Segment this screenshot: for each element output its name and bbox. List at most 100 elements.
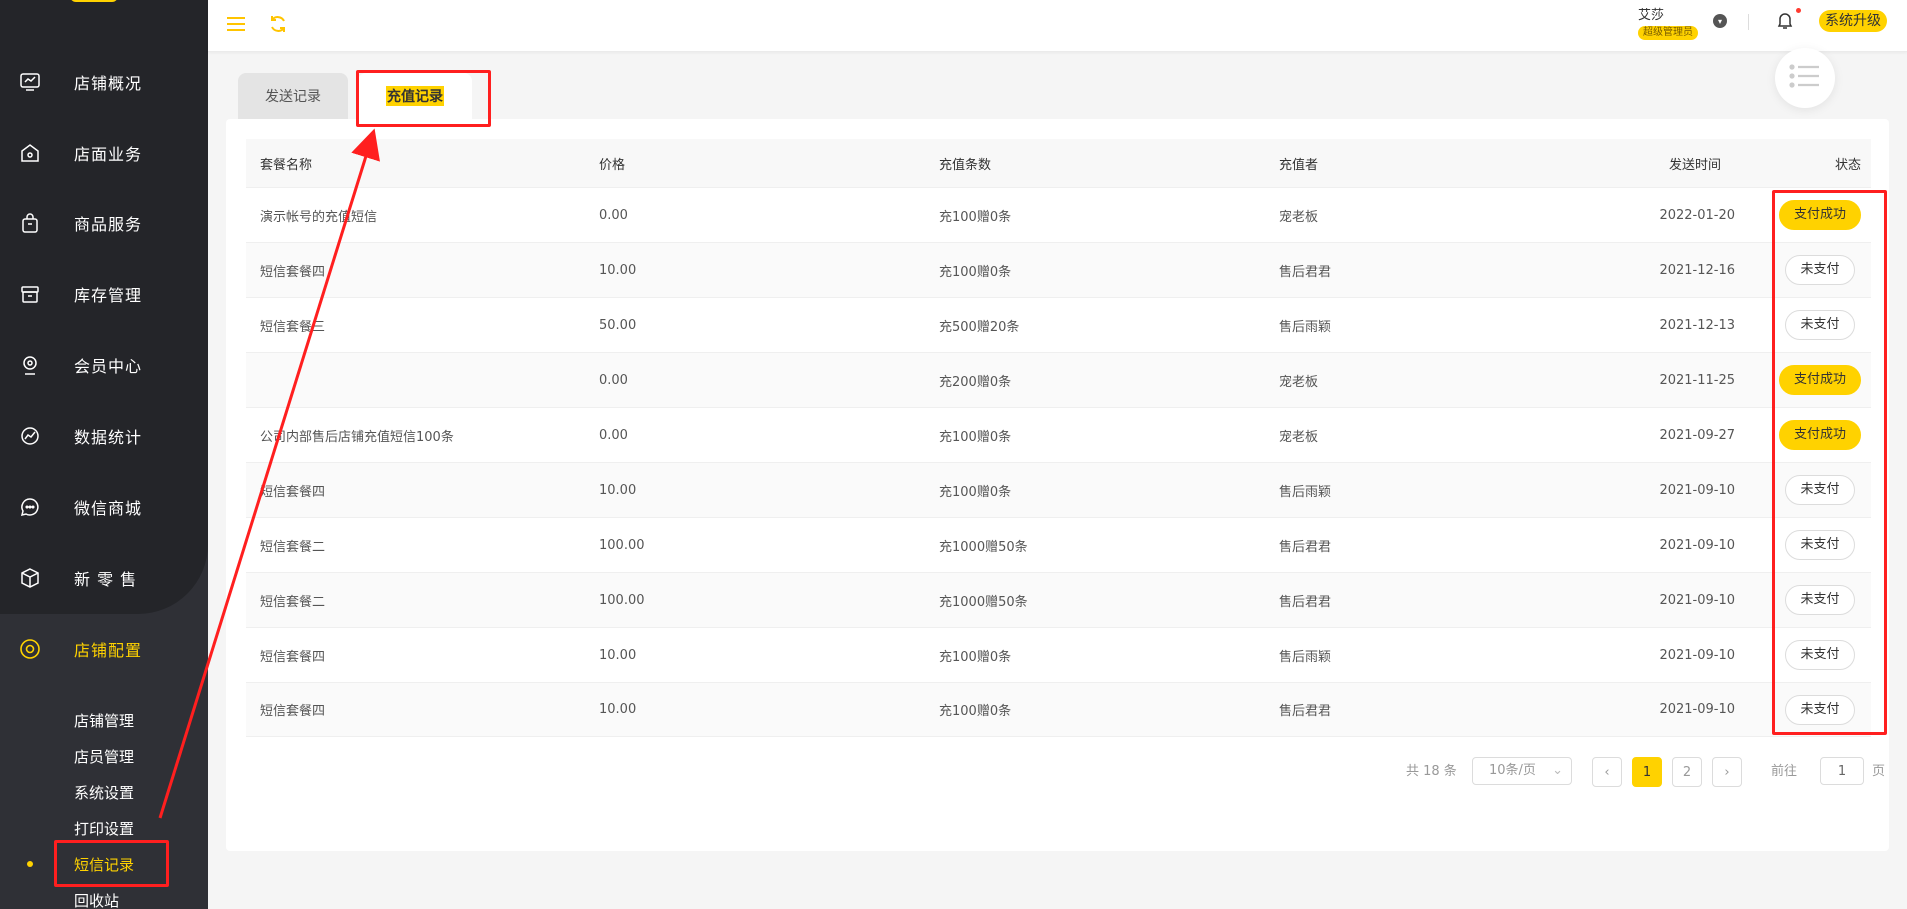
status-cell: 未支付 [1773, 518, 1867, 572]
submenu-recycle-bin[interactable]: 回收站 [0, 884, 208, 909]
submenu-store-management[interactable]: 店铺管理 [0, 704, 208, 736]
content-card: 套餐名称 价格 充值条数 充值者 发送时间 状态 演示帐号的充值短信 0.00 充1… [226, 119, 1889, 851]
package-name-cell: 短信套餐二 [260, 594, 326, 610]
time-cell: 2021-09-10 [1659, 647, 1735, 663]
page-size-select[interactable]: 10条/页 ⌄ [1472, 757, 1572, 785]
column-header: 发送时间 [1668, 157, 1721, 173]
recharge-table: 套餐名称 价格 充值条数 充值者 发送时间 状态 演示帐号的充值短信 0.00 充1… [246, 139, 1871, 737]
bell-icon[interactable] [1776, 10, 1796, 30]
submenu-label: 回收站 [74, 891, 120, 909]
bag-icon [18, 211, 42, 235]
inventory-box-icon [18, 282, 42, 306]
table-row: 短信套餐二 100.00 充1000赠50条 售后君君 2021-09-10 未支付 [246, 572, 1871, 627]
goto-page-input[interactable] [1820, 757, 1864, 785]
status-cell: 未支付 [1773, 683, 1867, 736]
submenu-label: 店员管理 [74, 747, 135, 766]
table-row: 短信套餐四 10.00 充100赠0条 售后雨颖 2021-09-10 未支付 [246, 627, 1871, 682]
user-role-badge: 超级管理员 [1638, 26, 1698, 40]
next-page-button[interactable]: › [1712, 757, 1742, 787]
tab-send-records[interactable]: 发送记录 [238, 73, 348, 119]
settings-circle-icon [18, 637, 42, 661]
status-badge[interactable]: 未支付 [1785, 694, 1855, 725]
status-badge[interactable]: 未支付 [1785, 475, 1855, 505]
submenu-print-settings[interactable]: 打印设置 [0, 812, 208, 844]
pagination-total: 共 18 条 [1406, 764, 1457, 779]
sidebar-item-label: 店铺配置 [74, 641, 143, 660]
recharge-count-cell: 充500赠20条 [939, 319, 1020, 335]
system-upgrade-button[interactable]: 系统升级 [1819, 10, 1887, 32]
column-header: 价格 [599, 157, 626, 173]
column-header: 套餐名称 [260, 157, 313, 173]
status-badge[interactable]: 未支付 [1785, 255, 1855, 285]
time-cell: 2021-09-10 [1659, 702, 1735, 717]
price-cell: 0.00 [599, 372, 628, 388]
status-cell: 支付成功 [1773, 408, 1867, 462]
sidebar-item-member-center[interactable]: 会员中心 [0, 340, 208, 390]
recharger-cell: 宠老板 [1279, 209, 1319, 225]
monitor-icon [18, 70, 42, 94]
page-button[interactable]: 2 [1672, 757, 1702, 787]
recharge-count-cell: 充200赠0条 [939, 374, 1012, 390]
sidebar-item-product-service[interactable]: 商品服务 [0, 198, 208, 248]
status-badge[interactable]: 未支付 [1785, 585, 1855, 615]
status-badge[interactable]: 支付成功 [1778, 365, 1861, 395]
recharger-cell: 售后雨颖 [1279, 484, 1332, 500]
list-icon [1789, 63, 1821, 93]
status-badge[interactable]: 支付成功 [1778, 420, 1861, 450]
column-header: 充值条数 [939, 157, 992, 173]
package-name-cell: 短信套餐三 [260, 319, 326, 335]
cube-icon [18, 566, 42, 590]
top-bar: 艾莎 超级管理员 ▾ 系统升级 [208, 0, 1907, 52]
status-cell: 未支付 [1773, 573, 1867, 627]
price-cell: 0.00 [599, 207, 628, 223]
user-name[interactable]: 艾莎 [1638, 4, 1664, 23]
status-badge[interactable]: 未支付 [1785, 640, 1855, 670]
floating-list-menu-button[interactable] [1775, 48, 1835, 108]
chevron-right-icon: › [1724, 764, 1730, 780]
status-cell: 未支付 [1773, 298, 1867, 352]
chevron-down-icon[interactable]: ▾ [1713, 14, 1727, 28]
recharger-cell: 售后雨颖 [1279, 319, 1332, 335]
submenu-sms-records[interactable]: 短信记录 [0, 848, 208, 880]
table-body: 演示帐号的充值短信 0.00 充100赠0条 宠老板 2022-01-20 支付成功 短信套… [246, 187, 1871, 737]
active-dot [27, 861, 33, 867]
price-cell: 0.00 [599, 427, 628, 443]
sidebar-item-store-config[interactable]: 店铺配置 [0, 624, 208, 674]
sidebar-item-label: 店铺概况 [74, 74, 143, 93]
status-cell: 支付成功 [1773, 353, 1867, 407]
package-name-cell: 演示帐号的充值短信 [260, 209, 378, 225]
status-badge[interactable]: 未支付 [1785, 310, 1855, 340]
recharge-count-cell: 充100赠0条 [939, 484, 1012, 500]
status-badge[interactable]: 支付成功 [1778, 200, 1861, 230]
recharge-count-cell: 充100赠0条 [939, 649, 1012, 665]
submenu-staff-management[interactable]: 店员管理 [0, 740, 208, 772]
price-cell: 50.00 [599, 317, 637, 333]
refresh-icon[interactable] [266, 12, 290, 36]
sidebar-item-label: 店面业务 [74, 145, 143, 164]
package-name-cell: 短信套餐四 [260, 649, 326, 665]
tab-recharge-records[interactable]: 充值记录 [358, 73, 472, 119]
time-cell: 2021-12-16 [1659, 262, 1735, 278]
submenu-system-settings[interactable]: 系统设置 [0, 776, 208, 808]
table-row: 短信套餐四 10.00 充100赠0条 售后雨颖 2021-09-10 未支付 [246, 462, 1871, 517]
sidebar-item-statistics[interactable]: 数据统计 [0, 411, 208, 461]
sidebar-item-inventory[interactable]: 库存管理 [0, 269, 208, 319]
sidebar-item-store-overview[interactable]: 店铺概况 [0, 57, 208, 107]
page-button[interactable]: 1 [1632, 757, 1662, 787]
prev-page-button[interactable]: ‹ [1592, 757, 1622, 787]
sidebar-item-label: 商品服务 [74, 215, 143, 234]
table-row: 演示帐号的充值短信 0.00 充100赠0条 宠老板 2022-01-20 支付成功 [246, 187, 1871, 242]
chevron-down-icon: ⌄ [1552, 763, 1563, 778]
sidebar-item-label: 微信商城 [74, 499, 143, 518]
goto-label: 前往 [1771, 764, 1798, 779]
recharger-cell: 宠老板 [1279, 374, 1319, 390]
status-badge[interactable]: 未支付 [1785, 530, 1855, 560]
recharger-cell: 宠老板 [1279, 429, 1319, 445]
sidebar-item-wechat-mall[interactable]: 微信商城 [0, 482, 208, 532]
column-header: 状态 [1834, 157, 1861, 173]
sidebar-item-store-business[interactable]: 店面业务 [0, 128, 208, 178]
package-name-cell: 公司内部售后店铺充值短信100条 [260, 429, 454, 445]
time-cell: 2021-11-25 [1659, 372, 1735, 388]
sidebar-item-new-retail[interactable]: 新 零 售 [0, 553, 208, 603]
menu-toggle-icon[interactable] [224, 12, 248, 36]
